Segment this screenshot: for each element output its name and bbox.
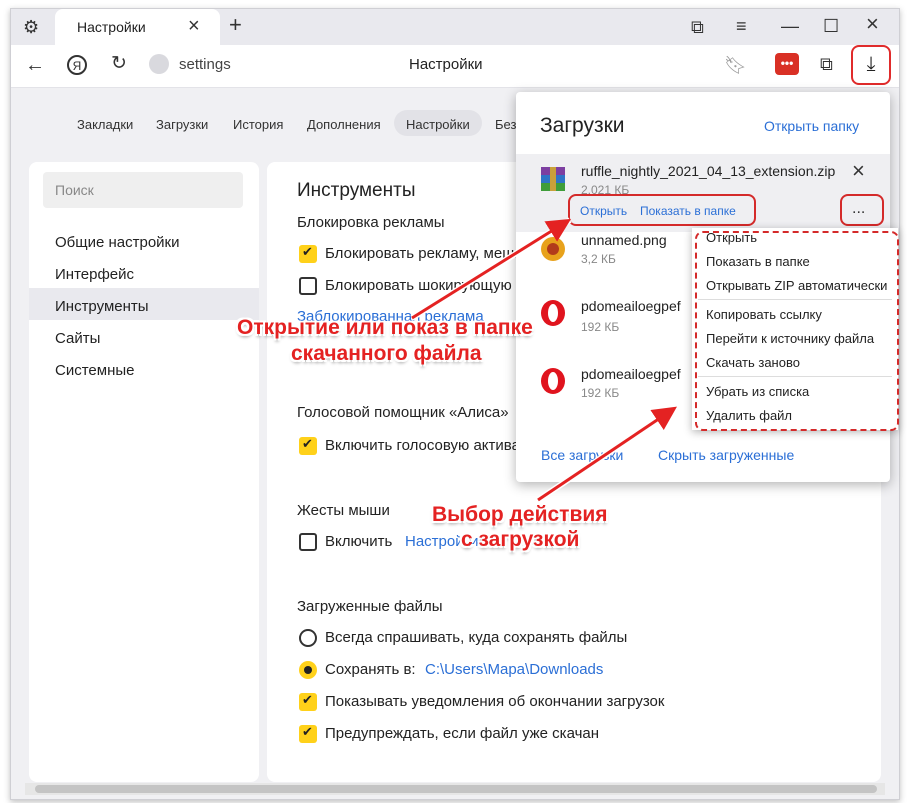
annotation-arrows — [410, 217, 678, 503]
annotation-callout-2-line2: с загрузкой — [461, 528, 580, 551]
arrow-1 — [411, 218, 572, 320]
annotation-callout-1-line1: Открытие или показ в папке — [237, 316, 533, 339]
arrow-2 — [537, 406, 677, 502]
annotation-callout-2-line1: Выбор действия — [432, 503, 608, 526]
annotation-callout-1-line2: скачанного файла — [291, 342, 482, 365]
